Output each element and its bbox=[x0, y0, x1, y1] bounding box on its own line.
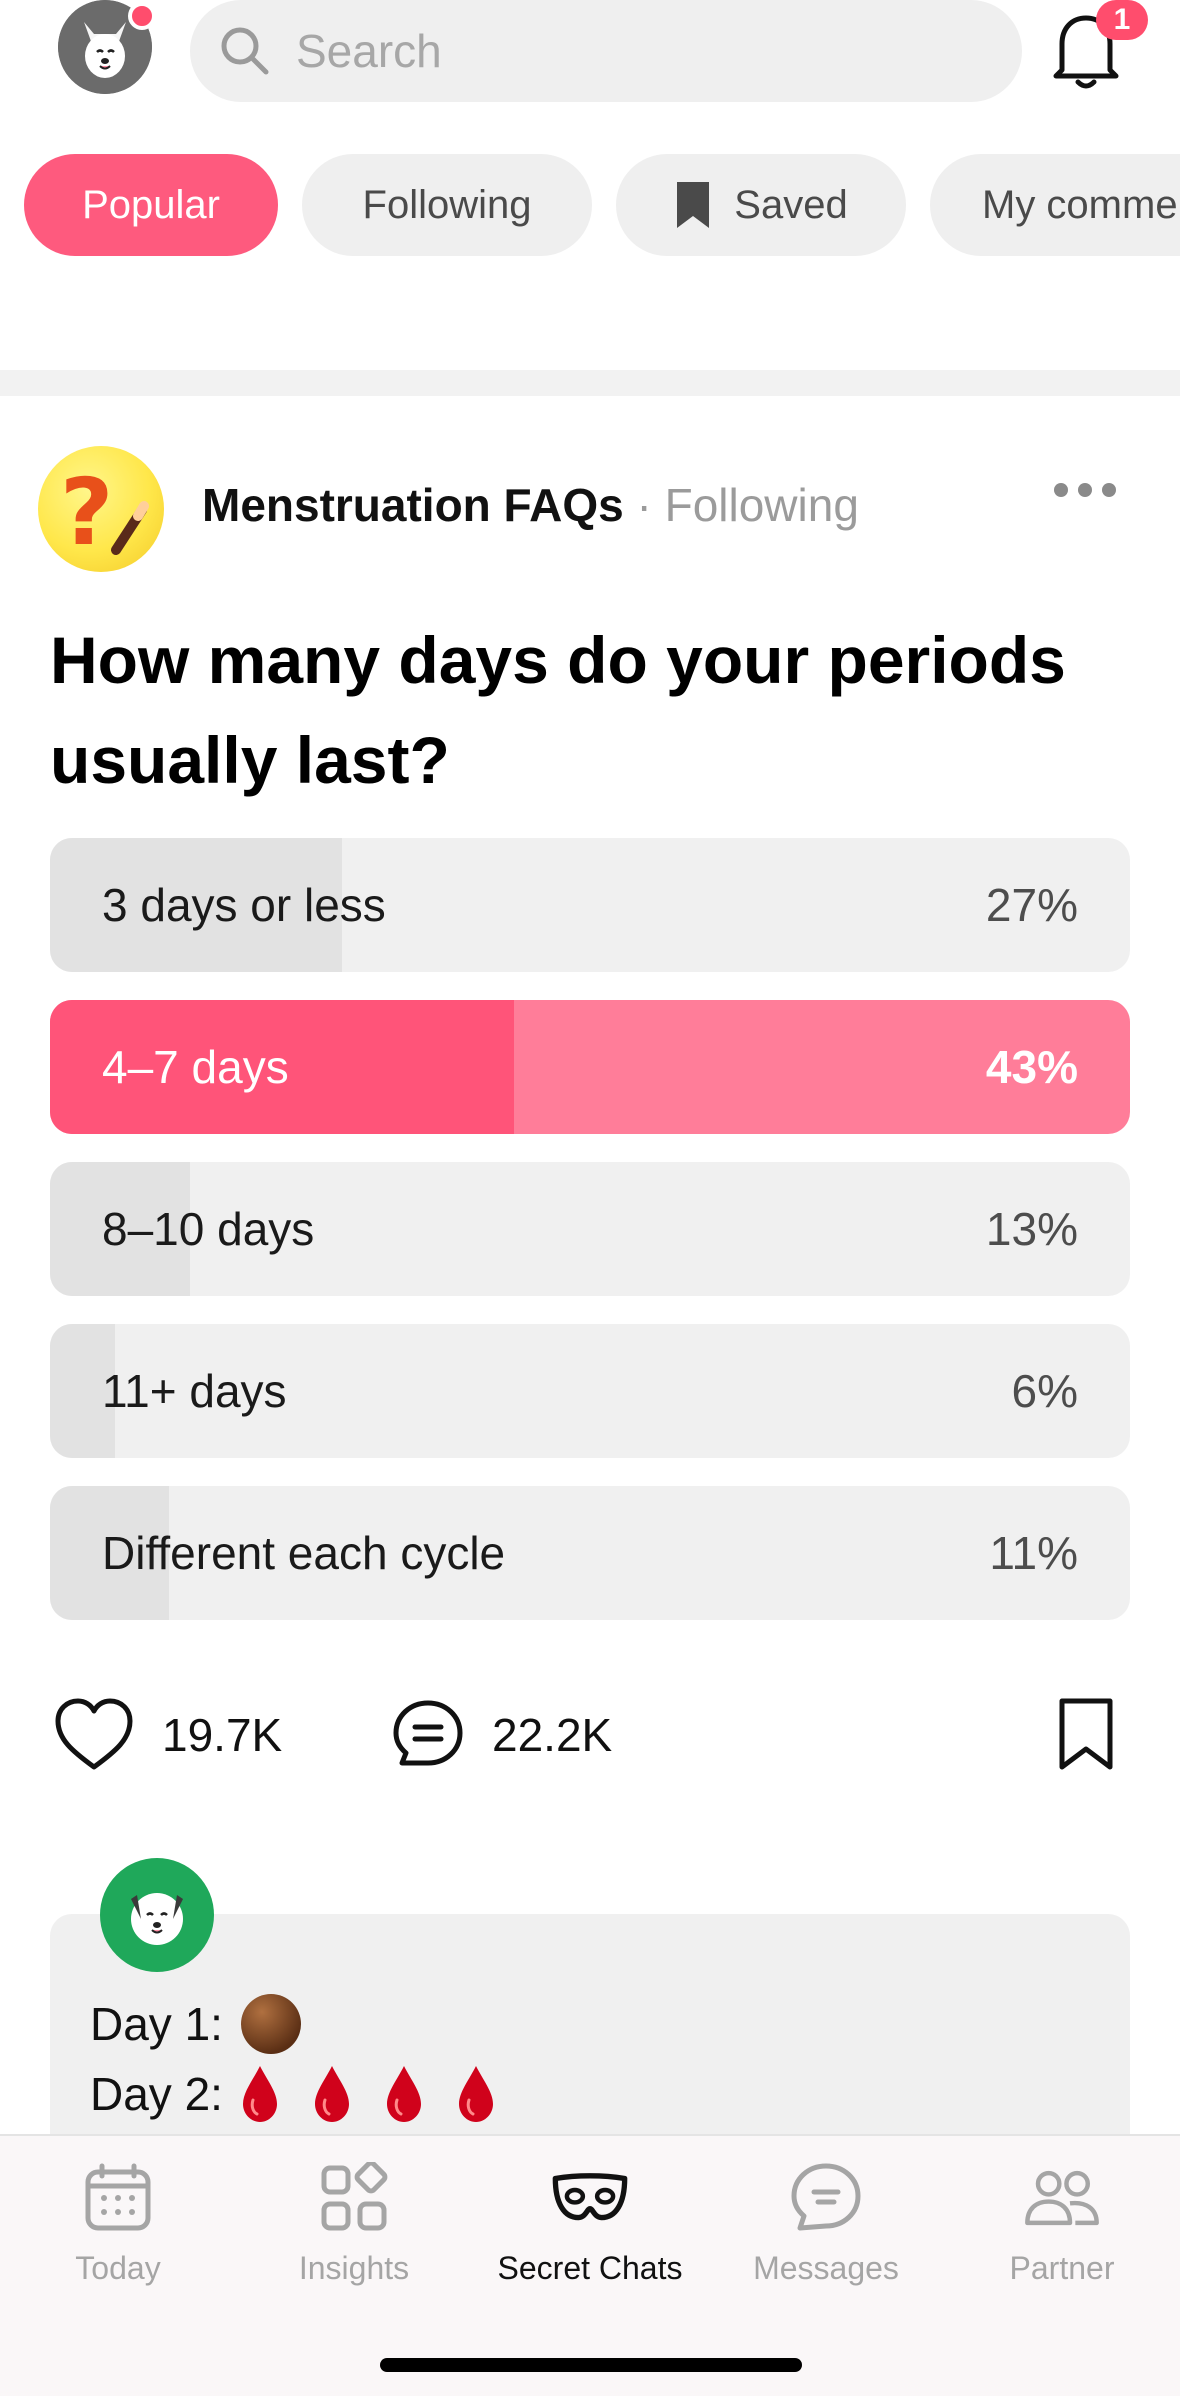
insights-grid-icon bbox=[321, 2162, 388, 2231]
tab-secret-chats[interactable]: Secret Chats bbox=[472, 2158, 708, 2308]
heart-icon bbox=[55, 1698, 133, 1770]
poll-option-label: 3 days or less bbox=[102, 879, 386, 931]
comment-day-label: Day 1: bbox=[90, 1998, 223, 2050]
blood-drop-group bbox=[239, 2064, 497, 2124]
poll-option-percent: 6% bbox=[1011, 1365, 1078, 1417]
poll-option[interactable]: Different each cycle 11% bbox=[50, 1486, 1130, 1620]
poll-option-percent: 13% bbox=[985, 1203, 1078, 1255]
tab-label: Secret Chats bbox=[497, 2250, 683, 2286]
dog-avatar-icon bbox=[131, 1893, 183, 1945]
chip-label: Saved bbox=[734, 182, 848, 227]
tab-insights[interactable]: Insights bbox=[236, 2158, 472, 2308]
follow-status[interactable]: · Following bbox=[637, 479, 859, 531]
tab-partner[interactable]: Partner bbox=[944, 2158, 1180, 2308]
chip-following[interactable]: Following bbox=[302, 154, 592, 256]
more-options-icon[interactable] bbox=[1054, 480, 1116, 500]
home-indicator bbox=[380, 2358, 802, 2372]
blood-drop-icon bbox=[314, 2066, 349, 2122]
comment-day-label: Day 2: bbox=[90, 2068, 223, 2120]
partner-icon bbox=[1025, 2170, 1099, 2226]
search-bar[interactable]: Search bbox=[190, 0, 1022, 102]
tab-messages[interactable]: Messages bbox=[708, 2158, 944, 2308]
notification-badge: 1 bbox=[1096, 0, 1148, 40]
bookmark-icon bbox=[1059, 1698, 1113, 1770]
search-icon bbox=[221, 27, 269, 75]
brown-circle-icon bbox=[240, 1994, 301, 2054]
commenter-avatar[interactable] bbox=[100, 1858, 214, 1972]
author-name: Menstruation FAQs bbox=[202, 479, 624, 531]
bottom-tab-bar: Today Insights Secret Chats Messages Par… bbox=[0, 2134, 1180, 2396]
like-button[interactable]: 19.7K bbox=[52, 1690, 282, 1780]
question-mark-icon: ? bbox=[60, 459, 149, 566]
tab-label: Messages bbox=[753, 2250, 899, 2286]
poll-option-label: 11+ days bbox=[102, 1365, 287, 1417]
poll-option-label: 4–7 days bbox=[102, 1041, 289, 1093]
poll-option-percent: 27% bbox=[985, 879, 1078, 931]
profile-avatar-button[interactable] bbox=[58, 0, 156, 96]
post-author[interactable]: Menstruation FAQs · Following bbox=[202, 478, 859, 532]
comment-line-day-1: Day 1: bbox=[90, 1992, 303, 2056]
blood-drop-icon bbox=[458, 2066, 493, 2122]
post-actions: 19.7K 22.2K bbox=[0, 1690, 1180, 1780]
like-count: 19.7K bbox=[162, 1709, 283, 1761]
chip-popular[interactable]: Popular bbox=[24, 154, 278, 256]
poll-option-percent: 11% bbox=[989, 1527, 1078, 1579]
message-bubble-icon bbox=[791, 2163, 861, 2231]
save-post-button[interactable] bbox=[1056, 1690, 1116, 1780]
post-question: How many days do your periods usually la… bbox=[50, 623, 1066, 797]
search-placeholder: Search bbox=[296, 25, 442, 77]
tab-label: Insights bbox=[298, 2250, 410, 2286]
poll-option-label: Different each cycle bbox=[102, 1527, 506, 1579]
tab-today[interactable]: Today bbox=[0, 2158, 236, 2308]
poll-option-label: 8–10 days bbox=[102, 1203, 315, 1255]
mask-icon bbox=[552, 2173, 628, 2221]
chip-label: My comme bbox=[982, 182, 1178, 227]
avatar-notification-dot bbox=[128, 2, 156, 30]
blood-drop-icon bbox=[242, 2066, 277, 2122]
poll-option-percent: 43% bbox=[985, 1041, 1078, 1093]
poll-option[interactable]: 3 days or less 27% bbox=[50, 838, 1130, 972]
comment-button[interactable]: 22.2K bbox=[390, 1690, 612, 1780]
top-bar: Search 1 bbox=[0, 0, 1180, 102]
bookmark-filled-icon bbox=[677, 182, 710, 228]
comment-count: 22.2K bbox=[492, 1709, 613, 1761]
chip-label: Following bbox=[362, 182, 532, 227]
poll-option[interactable]: 11+ days 6% bbox=[50, 1324, 1130, 1458]
tab-label: Partner bbox=[1009, 2250, 1115, 2286]
feed-filter-chips: Popular Following Saved My comme bbox=[24, 154, 1180, 256]
poll-option[interactable]: 4–7 days 43% bbox=[50, 1000, 1130, 1134]
poll-option[interactable]: 8–10 days 13% bbox=[50, 1162, 1130, 1296]
community-avatar[interactable]: ? bbox=[38, 446, 164, 572]
svg-text:?: ? bbox=[60, 459, 113, 566]
section-divider bbox=[0, 370, 1180, 396]
chip-label: Popular bbox=[82, 182, 220, 227]
chip-my-comments[interactable]: My comme bbox=[930, 154, 1180, 256]
calendar-icon bbox=[85, 2163, 151, 2231]
comment-icon bbox=[393, 1700, 463, 1766]
chip-saved[interactable]: Saved bbox=[616, 154, 906, 256]
tab-label: Today bbox=[75, 2250, 161, 2286]
comment-line-day-2: Day 2: bbox=[90, 2064, 497, 2124]
blood-drop-icon bbox=[386, 2066, 421, 2122]
